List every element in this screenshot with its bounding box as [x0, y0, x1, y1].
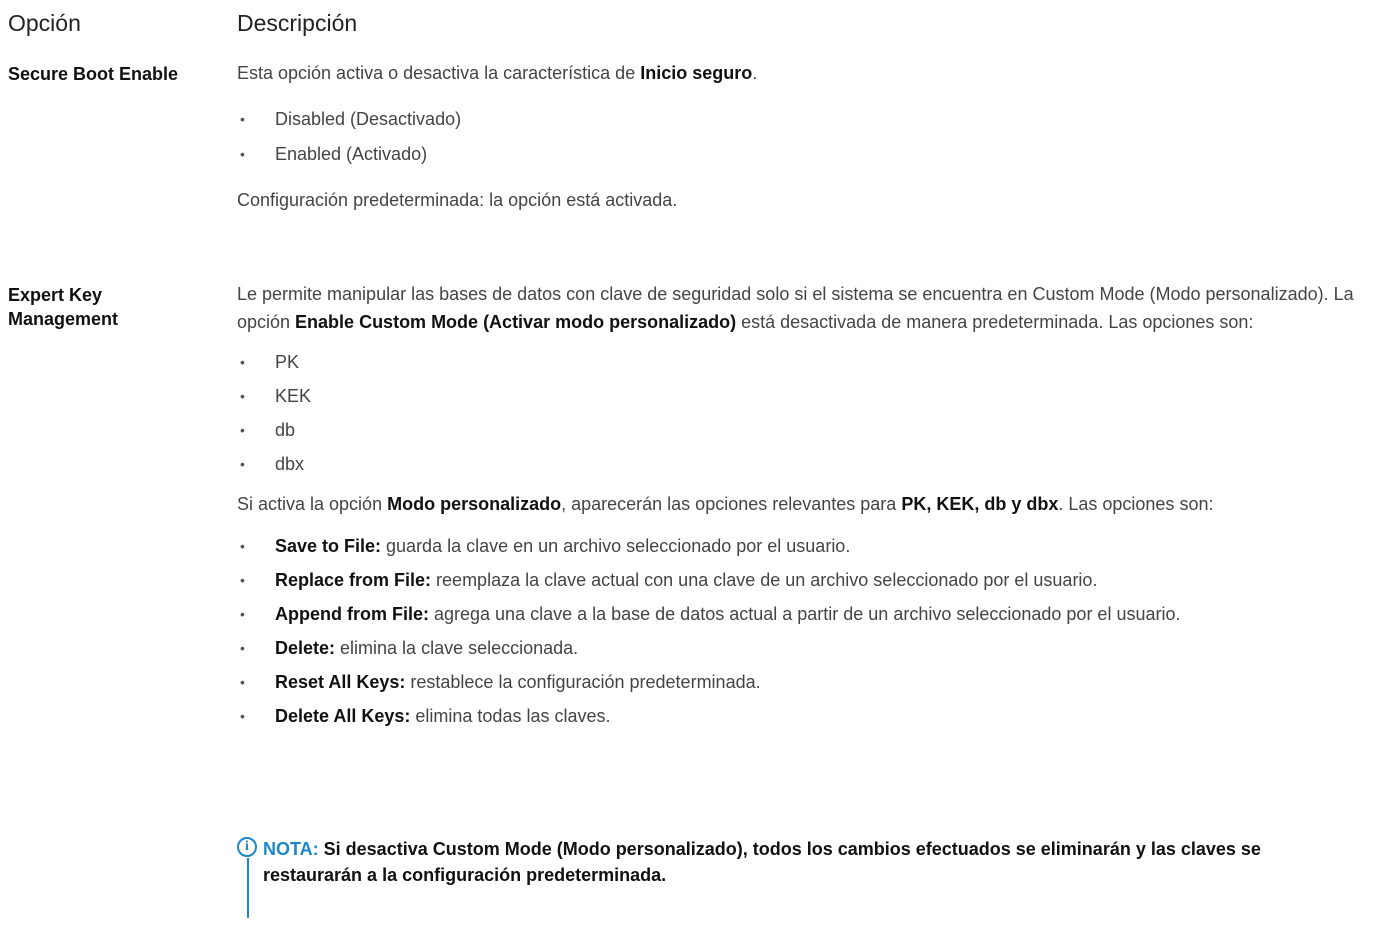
description-secure-boot: Esta opción activa o desactiva la caract…	[237, 59, 1382, 214]
note-divider	[247, 858, 249, 918]
list-item: • Delete: elimina la clave seleccionada.	[237, 636, 1382, 660]
list-item: • Append from File: agrega una clave a la…	[237, 602, 1382, 626]
note-label: NOTA:	[263, 839, 319, 859]
bullet-icon: •	[240, 640, 245, 656]
action-text: guarda la clave en un archivo selecciona…	[381, 536, 851, 556]
bullet-icon: •	[240, 388, 245, 404]
bullet-icon: •	[240, 708, 245, 724]
list-item-text: dbx	[275, 454, 305, 474]
desc-text: Esta opción activa o desactiva la caract…	[237, 63, 641, 83]
list-item-text: PK	[275, 352, 300, 372]
key-db-options-list: • PK • KEK • db • dbx	[237, 350, 1382, 476]
desc-text: .	[752, 63, 758, 83]
key-actions-list: • Save to File: guarda la clave en un arc…	[237, 534, 1382, 728]
list-item: • Reset All Keys: restablece la configura…	[237, 670, 1382, 694]
bullet-icon: •	[240, 572, 245, 588]
desc-text: Si activa la opción	[237, 494, 388, 514]
note-body: Si desactiva Custom Mode (Modo personali…	[263, 839, 1261, 885]
option-column-header: Opción	[8, 10, 81, 36]
list-item-text: Enabled (Activado)	[275, 144, 428, 164]
bullet-icon: •	[240, 111, 245, 127]
list-item: • dbx	[237, 452, 1382, 476]
action-text: restablece la configuración predetermina…	[405, 672, 761, 692]
secure-boot-description: Esta opción activa o desactiva la caract…	[237, 59, 1382, 87]
expert-key-description: Le permite manipular las bases de datos …	[237, 280, 1382, 336]
info-icon: i	[237, 837, 257, 857]
bullet-icon: •	[240, 422, 245, 438]
description-column-header: Descripción	[237, 10, 358, 36]
action-term: Append from File:	[275, 604, 429, 624]
list-item: • KEK	[237, 384, 1382, 408]
list-item-text: Disabled (Desactivado)	[275, 109, 462, 129]
action-term: Delete All Keys:	[275, 706, 411, 726]
desc-bold: PK, KEK, db y dbx	[901, 494, 1059, 514]
secure-boot-default: Configuración predeterminada: la opción …	[237, 190, 678, 210]
option-name-expert-key: Expert Key Management	[8, 283, 118, 331]
action-term: Reset All Keys:	[275, 672, 406, 692]
desc-text: está desactivada de manera predeterminad…	[736, 312, 1254, 332]
option-name-secure-boot: Secure Boot Enable	[8, 62, 178, 86]
action-text: agrega una clave a la base de datos actu…	[429, 604, 1181, 624]
bullet-icon: •	[240, 674, 245, 690]
option-name-text: Secure Boot Enable	[8, 64, 179, 84]
note-text: NOTA: Si desactiva Custom Mode (Modo per…	[263, 836, 1363, 888]
desc-bold: Inicio seguro	[640, 63, 753, 83]
bullet-icon: •	[240, 538, 245, 554]
secure-boot-options-list: • Disabled (Desactivado) • Enabled (Activa…	[237, 107, 1382, 166]
action-term: Replace from File:	[275, 570, 432, 590]
desc-text: . Las opciones son:	[1058, 494, 1214, 514]
action-text: reemplaza la clave actual con una clave …	[431, 570, 1098, 590]
option-name-line: Expert Key	[8, 285, 103, 305]
list-item: • db	[237, 418, 1382, 442]
desc-bold: Enable Custom Mode (Activar modo persona…	[295, 312, 737, 332]
desc-bold: Modo personalizado	[387, 494, 562, 514]
bullet-icon: •	[240, 146, 245, 162]
custom-mode-intro: Si activa la opción Modo personalizado, …	[237, 490, 1382, 518]
bullet-icon: •	[240, 456, 245, 472]
list-item-text: KEK	[275, 386, 312, 406]
description-expert-key: Le permite manipular las bases de datos …	[237, 280, 1382, 738]
list-item: • Replace from File: reemplaza la clave a…	[237, 568, 1382, 592]
option-name-line: Management	[8, 309, 119, 329]
list-item-text: db	[275, 420, 296, 440]
list-item: • Enabled (Activado)	[237, 142, 1382, 166]
bullet-icon: •	[240, 354, 245, 370]
bullet-icon: •	[240, 606, 245, 622]
list-item: • Delete All Keys: elimina todas las clav…	[237, 704, 1382, 728]
list-item: • PK	[237, 350, 1382, 374]
action-text: elimina la clave seleccionada.	[335, 638, 579, 658]
desc-text: , aparecerán las opciones relevantes par…	[561, 494, 902, 514]
action-term: Delete:	[275, 638, 336, 658]
action-term: Save to File:	[275, 536, 382, 556]
action-text: elimina todas las claves.	[410, 706, 611, 726]
list-item: • Save to File: guarda la clave en un arc…	[237, 534, 1382, 558]
list-item: • Disabled (Desactivado)	[237, 107, 1382, 131]
